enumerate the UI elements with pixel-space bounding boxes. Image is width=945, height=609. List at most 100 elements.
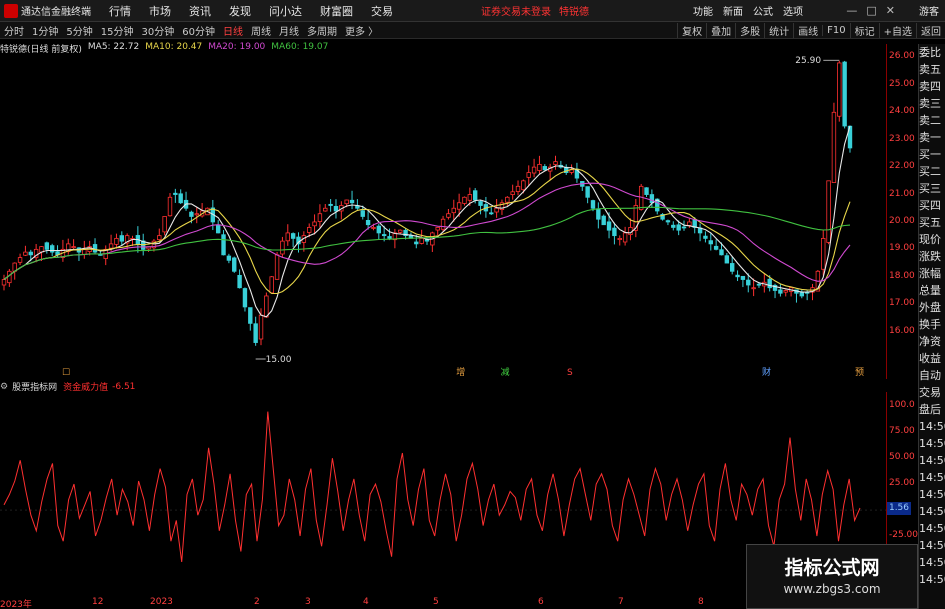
tool-adjust[interactable]: 复权 (677, 23, 706, 38)
quote-panel-item[interactable]: 盘后 (919, 401, 945, 418)
event-tag[interactable]: 增 (456, 366, 465, 378)
candle (349, 190, 355, 210)
guest-login[interactable]: 游客 (919, 3, 939, 18)
event-tag[interactable]: 预 (855, 367, 864, 378)
event-tag[interactable]: ☐ (62, 368, 70, 378)
menu-item-ask[interactable]: 问小达 (269, 3, 302, 19)
menu-new-layout[interactable]: 新面 (723, 3, 743, 18)
quote-panel-item[interactable]: 卖四 (919, 78, 945, 95)
menu-formula[interactable]: 公式 (753, 3, 773, 18)
menu-item-wealth[interactable]: 财富圈 (320, 3, 353, 19)
watermark: 指标公式网 www.zbgs3.com (746, 544, 918, 609)
tool-stats[interactable]: 统计 (764, 23, 793, 38)
candle (317, 204, 323, 228)
quote-panel-item[interactable]: 外盘 (919, 299, 945, 316)
minimize-icon[interactable]: — (846, 4, 857, 17)
menu-function[interactable]: 功能 (693, 3, 713, 18)
quote-panel-item[interactable]: 涨跌 (919, 248, 945, 265)
quote-panel-item[interactable]: 卖一 (919, 129, 945, 146)
menu-item-quotes[interactable]: 行情 (109, 3, 131, 19)
period-5min[interactable]: 5分钟 (62, 23, 96, 38)
indicator-settings-icon[interactable]: ⚙ (0, 382, 8, 392)
period-intraday[interactable]: 分时 (0, 23, 28, 38)
candle (264, 292, 269, 318)
quote-panel-item[interactable]: 买四 (919, 197, 945, 214)
kline-chart[interactable]: 25.90 15.00 ☐ 增 减 S 财 预 (0, 44, 886, 379)
menu-item-news[interactable]: 资讯 (189, 3, 211, 19)
login-warning[interactable]: 证券交易未登录 (481, 3, 551, 18)
price-tick: 18.00 (889, 270, 915, 281)
quote-panel-item[interactable]: 14:50 (919, 520, 945, 537)
quote-panel-item[interactable]: 卖五 (919, 61, 945, 78)
period-1min[interactable]: 1分钟 (28, 23, 62, 38)
candle (740, 275, 746, 288)
menu-options[interactable]: 选项 (783, 3, 803, 18)
quote-panel-item[interactable]: 卖三 (919, 95, 945, 112)
tool-f10[interactable]: F10 (822, 25, 849, 36)
candle (564, 164, 569, 175)
quote-panel-item[interactable]: 买二 (919, 163, 945, 180)
tool-add-watchlist[interactable]: +自选 (878, 23, 916, 38)
period-60min[interactable]: 60分钟 (178, 23, 219, 38)
quote-panel-item[interactable]: 14:50 (919, 469, 945, 486)
quote-panel-item[interactable]: 涨幅 (919, 265, 945, 282)
period-monthly[interactable]: 月线 (275, 23, 303, 38)
candle (665, 219, 671, 226)
quote-panel-item[interactable]: 14:50 (919, 571, 945, 588)
quote-panel-item[interactable]: 现价 (919, 231, 945, 248)
candle (242, 287, 248, 312)
tool-multi-stock[interactable]: 多股 (735, 23, 764, 38)
quote-panel-item[interactable]: 委比 (919, 44, 945, 61)
period-daily[interactable]: 日线 (219, 23, 247, 38)
quote-panel-item[interactable]: 14:50 (919, 452, 945, 469)
candle (574, 162, 580, 183)
period-30min[interactable]: 30分钟 (137, 23, 178, 38)
quote-panel-item[interactable]: 净资 (919, 333, 945, 350)
date-label: 12 (92, 597, 104, 607)
candle (547, 163, 553, 181)
candle (446, 209, 451, 220)
quote-panel-item[interactable]: 收益 (919, 350, 945, 367)
candle (703, 231, 708, 243)
event-tag[interactable]: 减 (501, 366, 510, 378)
candle (157, 228, 162, 243)
event-tag[interactable]: S (567, 368, 573, 378)
watermark-title: 指标公式网 (784, 557, 880, 579)
tool-draw[interactable]: 画线 (793, 23, 822, 38)
candle (596, 202, 601, 229)
quote-panel-item[interactable]: 交易 (919, 384, 945, 401)
candle (783, 289, 788, 297)
menu-item-discover[interactable]: 发现 (229, 3, 251, 19)
tool-back[interactable]: 返回 (916, 23, 945, 38)
period-multi[interactable]: 多周期 (303, 23, 341, 38)
quote-panel-item[interactable]: 14:50 (919, 554, 945, 571)
quote-panel-item[interactable]: 14:50 (919, 503, 945, 520)
quote-panel-item[interactable]: 14:50 (919, 486, 945, 503)
quote-panel-item[interactable]: 自动 (919, 367, 945, 384)
quote-panel-item[interactable]: 总量 (919, 282, 945, 299)
price-tick: 19.00 (889, 243, 915, 254)
quote-panel-item[interactable]: 买三 (919, 180, 945, 197)
menu-item-market[interactable]: 市场 (149, 3, 171, 19)
menu-item-trade[interactable]: 交易 (371, 3, 393, 19)
period-15min[interactable]: 15分钟 (97, 23, 138, 38)
quote-panel-item[interactable]: 换手 (919, 316, 945, 333)
quote-panel-item[interactable]: 买五 (919, 214, 945, 231)
candle (713, 239, 719, 251)
tool-overlay[interactable]: 叠加 (706, 23, 735, 38)
tool-mark[interactable]: 标记 (849, 23, 879, 38)
quote-panel-item[interactable]: 14:50 (919, 418, 945, 435)
candle (440, 215, 446, 232)
candle (33, 243, 39, 263)
candle (762, 273, 767, 293)
quote-panel-item[interactable]: 卖二 (919, 112, 945, 129)
period-more[interactable]: 更多 〉 (341, 23, 382, 38)
period-weekly[interactable]: 周线 (247, 23, 275, 38)
event-tag[interactable]: 财 (762, 366, 771, 378)
quote-panel-item[interactable]: 14:50 (919, 537, 945, 554)
quote-panel-item[interactable]: 买一 (919, 146, 945, 163)
maximize-icon[interactable]: □ (866, 4, 876, 17)
quote-panel-item[interactable]: 14:50 (919, 435, 945, 452)
close-icon[interactable]: ✕ (886, 4, 895, 17)
candle (253, 316, 258, 346)
